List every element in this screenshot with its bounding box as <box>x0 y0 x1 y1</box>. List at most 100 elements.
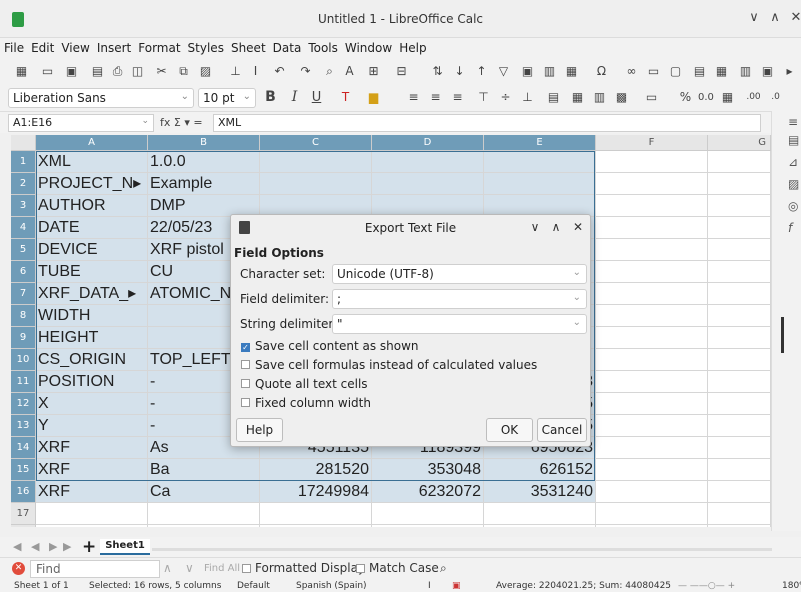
cell[interactable] <box>484 151 596 173</box>
cell[interactable] <box>596 195 708 217</box>
formula-input[interactable]: XML <box>213 114 761 132</box>
cell[interactable] <box>708 459 771 481</box>
cell[interactable]: 6232072 <box>372 481 484 503</box>
cell[interactable] <box>596 371 708 393</box>
row-header[interactable]: 4 <box>11 217 36 239</box>
find-all-button[interactable]: Find All <box>204 563 240 574</box>
cell[interactable] <box>596 393 708 415</box>
zoom-level[interactable]: 180% <box>782 581 801 591</box>
cell[interactable] <box>708 283 771 305</box>
cell[interactable]: 626152 <box>484 459 596 481</box>
status-language[interactable]: Spanish (Spain) <box>296 581 367 591</box>
row-header[interactable]: 14 <box>11 437 36 459</box>
row-header[interactable]: 17 <box>11 503 36 525</box>
cell[interactable]: CS_ORIGIN <box>36 349 148 371</box>
cell[interactable]: POSITION <box>36 371 148 393</box>
name-box[interactable]: A1:E16 ⌄ <box>8 114 154 132</box>
font-color-icon[interactable]: T <box>338 90 353 105</box>
paste-icon[interactable]: ▨ <box>198 64 213 79</box>
column-icon[interactable]: ⊟ <box>394 64 409 79</box>
row-header[interactable]: 5 <box>11 239 36 261</box>
clone-formatting-icon[interactable]: ⊥ <box>228 64 243 79</box>
clear-formatting-icon[interactable]: I <box>248 64 263 79</box>
freeze-rows-icon[interactable]: ▦ <box>714 64 729 79</box>
menu-styles[interactable]: Styles <box>184 38 227 55</box>
cell[interactable]: 281520 <box>260 459 372 481</box>
menu-file[interactable]: File <box>0 38 27 55</box>
cell[interactable] <box>596 327 708 349</box>
center-vertically-icon[interactable]: ÷ <box>498 90 513 105</box>
menu-insert[interactable]: Insert <box>93 38 134 55</box>
sort-icon[interactable]: ⇅ <box>430 64 445 79</box>
find-input[interactable]: Find <box>30 560 160 578</box>
hyperlink-icon[interactable]: ∞ <box>624 64 639 79</box>
cell[interactable] <box>708 195 771 217</box>
last-sheet-icon[interactable]: ▶ <box>63 540 71 553</box>
cell[interactable] <box>596 437 708 459</box>
first-sheet-icon[interactable]: ◀ <box>13 540 21 553</box>
cell[interactable]: TUBE <box>36 261 148 283</box>
menu-view[interactable]: View <box>57 38 92 55</box>
cell[interactable] <box>260 173 372 195</box>
close-find-bar-icon[interactable]: ✕ <box>12 562 25 575</box>
redo-icon[interactable]: ↷ <box>298 64 313 79</box>
fixed-width-option[interactable]: Fixed column width <box>241 396 371 410</box>
cell[interactable] <box>596 459 708 481</box>
open-icon[interactable]: ▭ <box>40 64 55 79</box>
column-header-d[interactable]: D <box>372 135 484 151</box>
row-header[interactable]: 15 <box>11 459 36 481</box>
align-bottom-icon[interactable]: ⊥ <box>520 90 535 105</box>
merge-cells-icon[interactable]: ▦ <box>570 90 585 105</box>
align-center-icon[interactable]: ≡ <box>428 90 443 105</box>
define-print-area-icon[interactable]: ▤ <box>692 64 707 79</box>
menu-format[interactable]: Format <box>134 38 183 55</box>
menu-data[interactable]: Data <box>269 38 305 55</box>
cell[interactable] <box>596 283 708 305</box>
cell[interactable] <box>708 437 771 459</box>
function-wizard-icons[interactable]: fx Σ ▾ = <box>160 116 203 129</box>
menu-window[interactable]: Window <box>341 38 395 55</box>
cell[interactable] <box>596 415 708 437</box>
cell[interactable] <box>708 327 771 349</box>
find-next-icon[interactable]: ∨ <box>185 561 194 575</box>
navigator-icon[interactable]: ◎ <box>788 199 801 213</box>
cell[interactable] <box>596 217 708 239</box>
cell[interactable] <box>260 525 372 527</box>
dialog-close-button[interactable]: ✕ <box>571 220 585 234</box>
row-header[interactable]: 12 <box>11 393 36 415</box>
currency-format-icon[interactable]: ▭ <box>644 90 659 105</box>
cell[interactable] <box>372 525 484 527</box>
bold-button[interactable]: B <box>263 90 278 105</box>
new-icon[interactable]: ▦ <box>14 64 29 79</box>
column-header-a[interactable]: A <box>36 135 148 151</box>
print-preview-icon[interactable]: ◫ <box>130 64 145 79</box>
save-as-shown-option[interactable]: ✓ Save cell content as shown <box>241 339 419 353</box>
font-name-combo[interactable]: Liberation Sans ⌄ <box>8 88 194 108</box>
highlight-color-icon[interactable]: ▆ <box>366 90 381 105</box>
cell[interactable] <box>708 371 771 393</box>
cell[interactable] <box>36 503 148 525</box>
row-header[interactable]: 10 <box>11 349 36 371</box>
cell[interactable]: XRF <box>36 459 148 481</box>
print-icon[interactable]: ⎙ <box>110 64 125 79</box>
cell[interactable] <box>708 173 771 195</box>
sort-descending-icon[interactable]: ↑ <box>474 64 489 79</box>
pivot-table-icon[interactable]: ▦ <box>564 64 579 79</box>
formatted-display-checkbox[interactable] <box>242 564 251 573</box>
wrap-text-icon[interactable]: ▤ <box>546 90 561 105</box>
spelling-icon[interactable]: A <box>342 64 357 79</box>
column-header-b[interactable]: B <box>148 135 260 151</box>
row-header[interactable]: 3 <box>11 195 36 217</box>
status-page-style[interactable]: Default <box>237 581 270 591</box>
cell[interactable] <box>708 503 771 525</box>
autofilter-icon[interactable]: ▽ <box>496 64 511 79</box>
gallery-icon[interactable]: ▨ <box>788 177 801 191</box>
undo-icon[interactable]: ↶ <box>272 64 287 79</box>
cell[interactable] <box>708 261 771 283</box>
cell[interactable] <box>708 305 771 327</box>
row-header[interactable]: 13 <box>11 415 36 437</box>
delete-decimal-icon[interactable]: .0 <box>768 90 783 105</box>
cell[interactable]: Ca <box>148 481 260 503</box>
cell[interactable] <box>596 239 708 261</box>
cell[interactable] <box>596 349 708 371</box>
